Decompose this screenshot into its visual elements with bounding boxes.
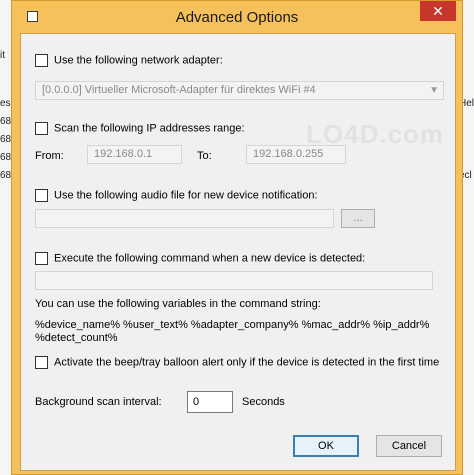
from-label: From:: [35, 150, 64, 162]
browse-audio-button[interactable]: ...: [341, 209, 375, 228]
audio-checkbox[interactable]: [35, 189, 48, 202]
ok-button[interactable]: OK: [293, 435, 359, 457]
title-bar[interactable]: Advanced Options ✕: [12, 1, 462, 33]
from-ip-field[interactable]: 192.168.0.1: [87, 145, 182, 164]
window-title: Advanced Options: [175, 9, 299, 26]
seconds-label: Seconds: [242, 396, 285, 408]
command-field[interactable]: [35, 271, 433, 290]
beep-checkbox-label: Activate the beep/tray balloon alert onl…: [54, 356, 440, 369]
variables-line-1: %device_name% %user_text% %adapter_compa…: [35, 319, 430, 331]
scan-interval-input[interactable]: 0: [187, 391, 233, 413]
command-option[interactable]: Execute the following command when a new…: [35, 252, 365, 265]
cancel-button[interactable]: Cancel: [376, 435, 442, 457]
command-checkbox[interactable]: [35, 252, 48, 265]
beep-option[interactable]: Activate the beep/tray balloon alert onl…: [35, 356, 439, 369]
to-label: To:: [197, 150, 212, 162]
beep-checkbox[interactable]: [35, 356, 48, 369]
adapter-option[interactable]: Use the following network adapter:: [35, 54, 223, 67]
audio-file-field[interactable]: [35, 209, 334, 228]
adapter-select-value: [0.0.0.0] Virtueller Microsoft-Adapter f…: [42, 84, 316, 96]
command-checkbox-label: Execute the following command when a new…: [54, 252, 366, 265]
close-button[interactable]: ✕: [420, 1, 456, 21]
audio-option[interactable]: Use the following audio file for new dev…: [35, 189, 318, 202]
ip-range-checkbox-label: Scan the following IP addresses range:: [54, 122, 245, 135]
adapter-checkbox-label: Use the following network adapter:: [54, 54, 223, 67]
background-text: it: [0, 50, 5, 61]
variables-intro: You can use the following variables in t…: [35, 298, 321, 310]
dialog-body: LO4D.com Use the following network adapt…: [20, 33, 456, 471]
adapter-checkbox[interactable]: [35, 54, 48, 67]
variables-line-2: %detect_count%: [35, 332, 118, 344]
adapter-select[interactable]: [0.0.0.0] Virtueller Microsoft-Adapter f…: [35, 81, 444, 100]
ip-range-checkbox[interactable]: [35, 122, 48, 135]
chevron-down-icon: ▼: [429, 85, 439, 96]
ip-range-option[interactable]: Scan the following IP addresses range:: [35, 122, 245, 135]
audio-checkbox-label: Use the following audio file for new dev…: [54, 189, 318, 202]
to-ip-field[interactable]: 192.168.0.255: [246, 145, 346, 164]
advanced-options-dialog: Advanced Options ✕ LO4D.com Use the foll…: [11, 0, 463, 475]
scan-interval-label: Background scan interval:: [35, 396, 162, 408]
